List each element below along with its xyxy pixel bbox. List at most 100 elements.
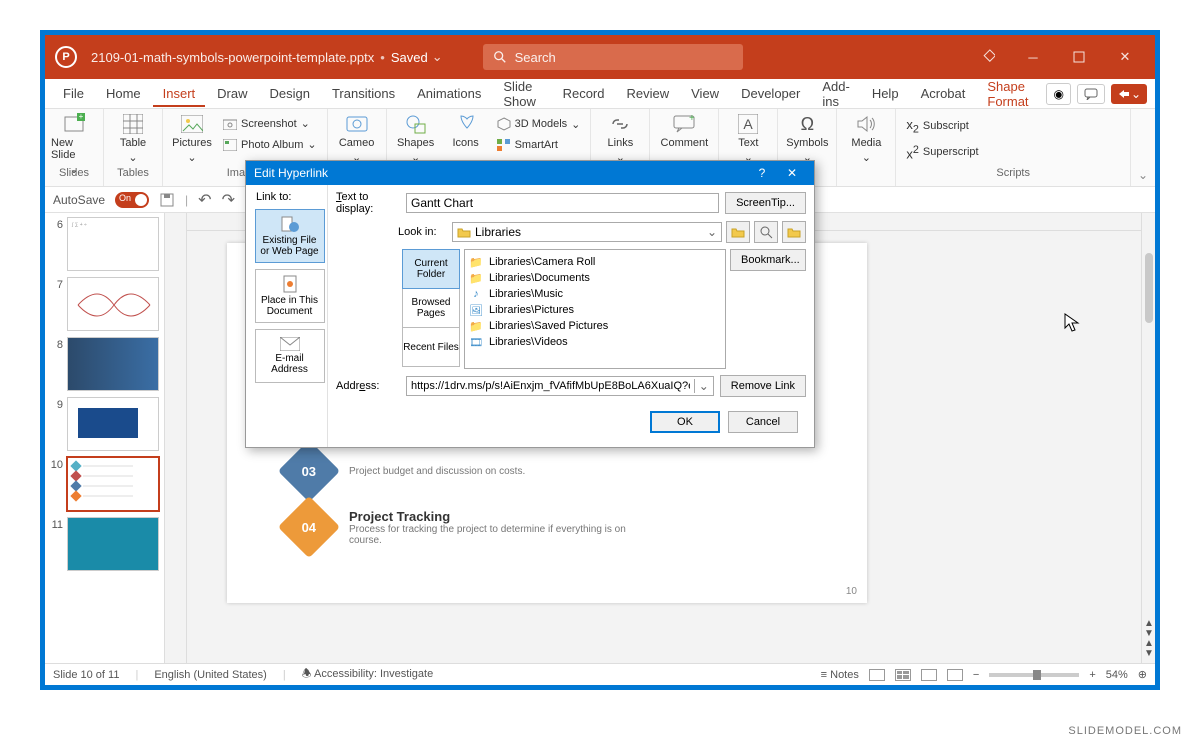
list-item[interactable]: 🖼Libraries\Pictures xyxy=(469,302,721,318)
search-placeholder: Search xyxy=(515,50,556,65)
minimize-button[interactable]: ─ xyxy=(1013,43,1053,71)
menu-help[interactable]: Help xyxy=(862,80,909,107)
fit-to-window-button[interactable]: ⊕ xyxy=(1138,668,1147,681)
browse-web-button[interactable] xyxy=(754,221,778,243)
app-window: P 2109-01-math-symbols-powerpoint-templa… xyxy=(40,30,1160,690)
agenda-title-4: Project Tracking xyxy=(349,509,649,524)
linkto-existing-file[interactable]: Existing File or Web Page xyxy=(255,209,325,263)
pictures-icon: 🖼 xyxy=(469,303,483,317)
menu-view[interactable]: View xyxy=(681,80,729,107)
thumbnail-8[interactable] xyxy=(67,337,159,391)
ribbon-collapse-icon[interactable]: ⌄ xyxy=(1131,109,1155,186)
zoom-in-button[interactable]: + xyxy=(1089,669,1095,681)
symbols-button[interactable]: Ω Symbols⌄ xyxy=(784,113,830,164)
menu-home[interactable]: Home xyxy=(96,80,151,107)
photo-album-button[interactable]: Photo Album ⌄ xyxy=(219,136,321,153)
maximize-button[interactable] xyxy=(1059,43,1099,71)
table-button[interactable]: Table⌄ xyxy=(110,113,156,164)
cameo-button[interactable]: Cameo⌄ xyxy=(334,113,380,164)
cancel-button[interactable]: Cancel xyxy=(728,411,798,433)
address-input[interactable] xyxy=(407,377,694,395)
icons-button[interactable]: Icons xyxy=(443,113,489,149)
shapes-button[interactable]: Shapes⌄ xyxy=(393,113,439,164)
menu-file[interactable]: File xyxy=(53,80,94,107)
status-slide-count[interactable]: Slide 10 of 11 xyxy=(53,669,119,681)
diamond-icon[interactable] xyxy=(967,43,1007,71)
record-icon[interactable]: ◉ xyxy=(1046,83,1070,105)
list-item[interactable]: 📁Libraries\Saved Pictures xyxy=(469,318,721,334)
file-list[interactable]: 📁Libraries\Camera Roll 📁Libraries\Docume… xyxy=(464,249,726,369)
comments-pane-icon[interactable] xyxy=(1077,84,1105,104)
open-folder-icon xyxy=(787,226,801,238)
comment-button[interactable]: + Comment xyxy=(656,113,712,149)
screenshot-button[interactable]: Screenshot ⌄ xyxy=(219,115,321,132)
menu-animations[interactable]: Animations xyxy=(407,80,491,107)
redo-button[interactable]: ↷ xyxy=(222,190,235,210)
dialog-help-button[interactable]: ? xyxy=(748,166,776,180)
search-box[interactable]: Search xyxy=(483,44,743,70)
ok-button[interactable]: OK xyxy=(650,411,720,433)
thumbnail-11[interactable] xyxy=(67,517,159,571)
status-accessibility[interactable]: 🕭 Accessibility: Investigate xyxy=(302,665,434,684)
superscript-button[interactable]: x2 Superscript xyxy=(902,142,982,163)
folder-up-icon xyxy=(731,226,745,238)
slideshow-view-button[interactable] xyxy=(947,669,963,681)
share-button[interactable]: ⌄ xyxy=(1111,84,1147,104)
autosave-toggle[interactable]: On xyxy=(115,192,149,208)
dialog-close-button[interactable]: ✕ xyxy=(778,166,806,180)
list-item[interactable]: 📁Libraries\Camera Roll xyxy=(469,254,721,270)
browsed-pages-tab[interactable]: Browsed Pages xyxy=(402,288,460,328)
current-folder-tab[interactable]: Current Folder xyxy=(402,249,460,289)
save-icon[interactable] xyxy=(159,192,175,208)
zoom-level[interactable]: 54% xyxy=(1106,669,1128,681)
menu-record[interactable]: Record xyxy=(553,80,615,107)
zoom-slider[interactable] xyxy=(989,673,1079,677)
browse-file-button[interactable] xyxy=(782,221,806,243)
linkto-email[interactable]: E-mail Address xyxy=(255,329,325,383)
menu-draw[interactable]: Draw xyxy=(207,80,257,107)
undo-button[interactable]: ↶ xyxy=(198,190,211,210)
thumbnail-6[interactable]: ∫ ∑ + ÷ xyxy=(67,217,159,271)
menu-insert[interactable]: Insert xyxy=(153,80,206,107)
look-in-dropdown[interactable]: Libraries ⌄ xyxy=(452,222,722,242)
status-language[interactable]: English (United States) xyxy=(154,669,267,681)
linkto-label: Link to: xyxy=(252,191,291,203)
reading-view-button[interactable] xyxy=(921,669,937,681)
menu-developer[interactable]: Developer xyxy=(731,80,810,107)
slide-thumbnails: 6∫ ∑ + ÷ 7 8 9 10 11 xyxy=(45,213,165,663)
close-button[interactable]: ✕ xyxy=(1105,43,1145,71)
subscript-button[interactable]: x2 Subscript xyxy=(902,115,982,138)
bookmark-button[interactable]: Bookmark... xyxy=(730,249,806,271)
recent-files-tab[interactable]: Recent Files xyxy=(402,327,460,367)
menu-review[interactable]: Review xyxy=(617,80,680,107)
smartart-button[interactable]: SmartArt xyxy=(493,137,585,153)
text-button[interactable]: A Text⌄ xyxy=(725,113,771,164)
thumbnail-10[interactable] xyxy=(67,457,159,511)
remove-link-button[interactable]: Remove Link xyxy=(720,375,806,397)
list-item[interactable]: 📁Libraries\Documents xyxy=(469,270,721,286)
notes-button[interactable]: ≡ Notes xyxy=(821,669,859,681)
search-folder-icon xyxy=(759,225,773,239)
document-place-icon xyxy=(281,275,299,293)
links-button[interactable]: Links⌄ xyxy=(597,113,643,164)
slide-sorter-button[interactable] xyxy=(895,669,911,681)
thumbnail-7[interactable] xyxy=(67,277,159,331)
3d-models-button[interactable]: 3D Models ⌄ xyxy=(493,115,585,133)
text-to-display-input[interactable] xyxy=(406,193,719,213)
menu-acrobat[interactable]: Acrobat xyxy=(911,80,976,107)
zoom-out-button[interactable]: − xyxy=(973,669,979,681)
list-item[interactable]: ♪Libraries\Music xyxy=(469,286,721,302)
address-dropdown-button[interactable]: ⌄ xyxy=(694,379,713,393)
linkto-place-in-doc[interactable]: Place in This Document xyxy=(255,269,325,323)
menu-transitions[interactable]: Transitions xyxy=(322,80,405,107)
up-folder-button[interactable] xyxy=(726,221,750,243)
screentip-button[interactable]: ScreenTip... xyxy=(725,192,806,214)
thumbnail-9[interactable] xyxy=(67,397,159,451)
list-item[interactable]: 🎞Libraries\Videos xyxy=(469,334,721,350)
menu-design[interactable]: Design xyxy=(260,80,320,107)
folder-icon: 📁 xyxy=(469,319,483,333)
vertical-scrollbar[interactable]: ▲▼▲▼ xyxy=(1141,213,1155,663)
media-button[interactable]: Media⌄ xyxy=(843,113,889,164)
pictures-button[interactable]: Pictures⌄ xyxy=(169,113,215,164)
normal-view-button[interactable] xyxy=(869,669,885,681)
